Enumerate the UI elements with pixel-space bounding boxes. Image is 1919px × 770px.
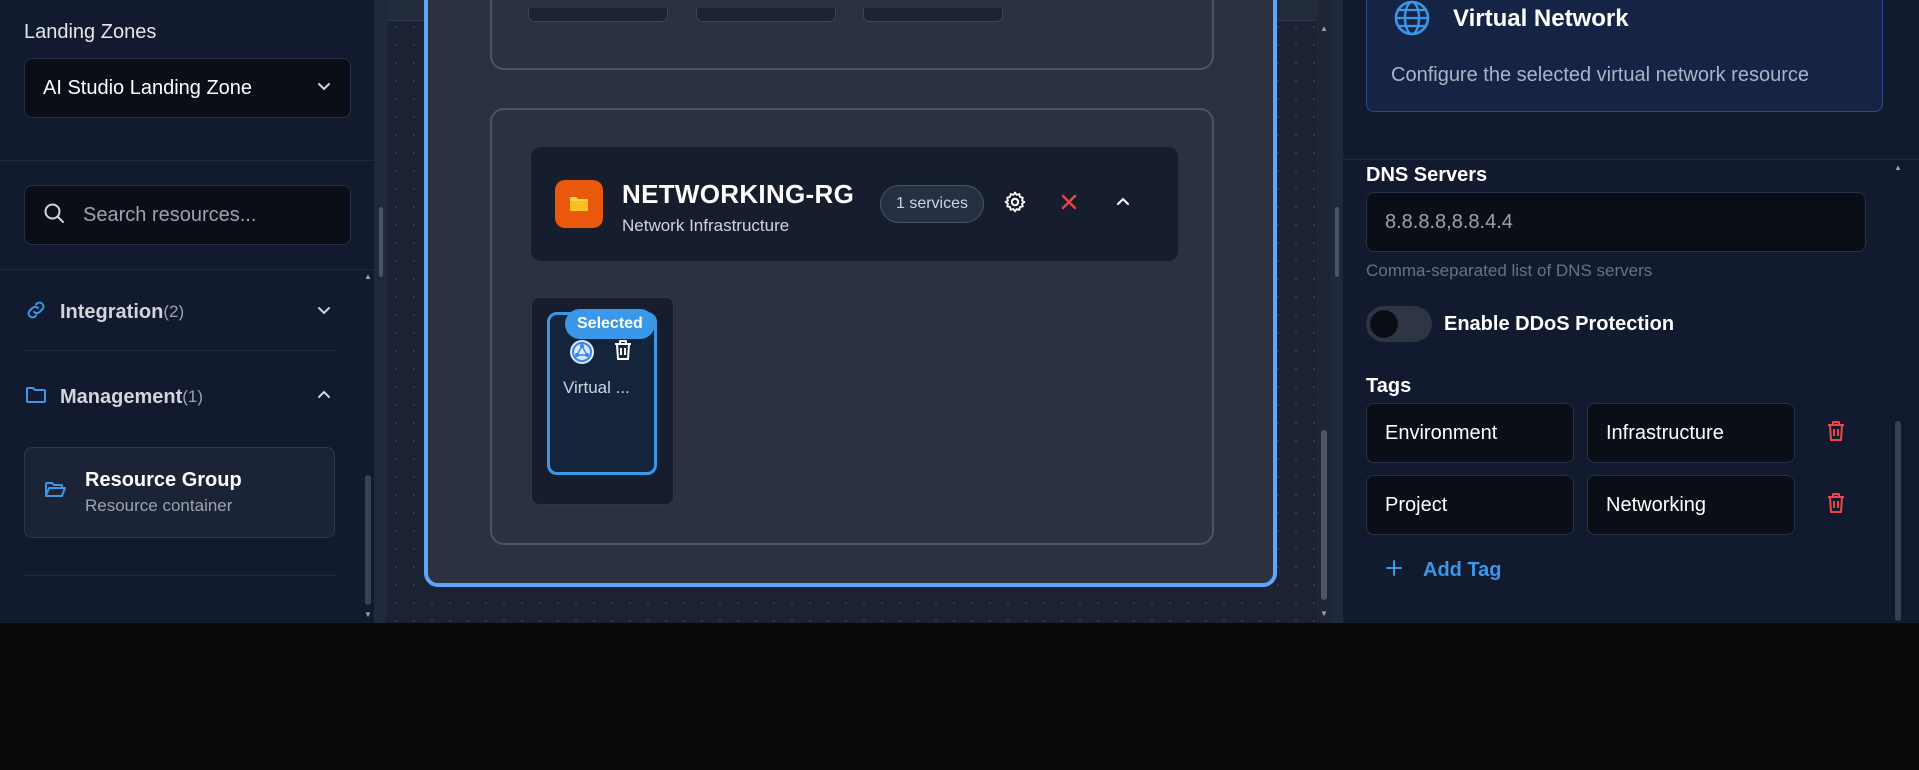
network-icon xyxy=(568,338,596,371)
resource-group-container[interactable]: NETWORKING-RG Network Infrastructure 1 s… xyxy=(490,108,1214,545)
scrollbar-thumb[interactable] xyxy=(1895,421,1901,621)
app-window: Landing Zones AI Studio Landing Zone Int… xyxy=(0,0,1919,623)
resize-grip[interactable] xyxy=(379,207,383,277)
resize-grip[interactable] xyxy=(1335,207,1339,277)
design-canvas[interactable]: NETWORKING-RG Network Infrastructure 1 s… xyxy=(387,0,1317,623)
landing-zones-label: Landing Zones xyxy=(24,21,157,43)
service-label: Virtual ... xyxy=(563,378,630,397)
chevron-down-icon xyxy=(316,302,332,323)
landing-zone-value: AI Studio Landing Zone xyxy=(43,76,253,99)
divider xyxy=(0,160,374,161)
scroll-down-icon[interactable]: ▼ xyxy=(363,610,373,619)
resource-group-container-previous[interactable] xyxy=(490,0,1214,70)
divider xyxy=(24,350,336,351)
trash-icon[interactable] xyxy=(612,338,634,367)
folder-icon xyxy=(555,180,603,228)
panel-scrollbar[interactable]: ▲ xyxy=(1892,163,1904,623)
section-title: Integration xyxy=(60,300,164,323)
scrollbar-thumb[interactable] xyxy=(365,475,371,605)
tag-key-input[interactable]: Environment xyxy=(1366,403,1574,463)
chevron-down-icon xyxy=(316,78,332,99)
resource-description: Configure the selected virtual network r… xyxy=(1391,64,1809,86)
collapse-button[interactable] xyxy=(1108,189,1138,219)
close-icon xyxy=(1060,193,1078,216)
service-stub xyxy=(863,8,1003,22)
dns-servers-input[interactable] xyxy=(1366,192,1866,252)
add-tag-label: Add Tag xyxy=(1423,559,1502,581)
section-title: Management xyxy=(60,385,183,408)
resource-group-name: NETWORKING-RG xyxy=(622,179,855,209)
services-count-badge: 1 services xyxy=(880,185,984,223)
section-count: (2) xyxy=(163,302,185,321)
dns-servers-label: DNS Servers xyxy=(1366,164,1488,186)
resource-header-card: Virtual Network Configure the selected v… xyxy=(1366,0,1883,112)
resource-item-resource-group[interactable]: Resource Group Resource container xyxy=(24,447,335,538)
plus-icon xyxy=(1385,559,1403,582)
divider xyxy=(24,575,336,576)
panel-resize-handle[interactable] xyxy=(1331,0,1343,623)
dns-servers-hint: Comma-separated list of DNS servers xyxy=(1366,261,1653,280)
scroll-down-icon[interactable]: ▼ xyxy=(1319,609,1329,618)
sidebar-scrollbar[interactable]: ▲ ▼ xyxy=(363,270,373,623)
tag-key-input[interactable]: Project xyxy=(1366,475,1574,535)
settings-button[interactable] xyxy=(1000,189,1030,219)
scroll-up-icon[interactable]: ▲ xyxy=(363,272,373,281)
section-count: (1) xyxy=(182,387,204,406)
service-stub xyxy=(528,8,668,22)
sidebar-resize-handle[interactable] xyxy=(375,0,387,623)
tag-value-input[interactable]: Networking xyxy=(1587,475,1795,535)
service-card-virtual-network[interactable]: Selected Virtual ... xyxy=(547,309,657,475)
resource-sidebar: Landing Zones AI Studio Landing Zone Int… xyxy=(0,0,375,623)
section-integration[interactable]: Integration (2) xyxy=(24,282,344,342)
trash-icon xyxy=(1825,419,1847,448)
scrollbar-thumb[interactable] xyxy=(1321,430,1327,600)
delete-tag-button[interactable] xyxy=(1821,418,1851,448)
divider xyxy=(1343,159,1919,160)
delete-tag-button[interactable] xyxy=(1821,490,1851,520)
tag-value-input[interactable]: Infrastructure xyxy=(1587,403,1795,463)
scroll-up-icon[interactable]: ▲ xyxy=(1319,24,1329,33)
resource-group-subtitle: Network Infrastructure xyxy=(622,216,790,235)
properties-panel: Virtual Network Configure the selected v… xyxy=(1343,0,1919,623)
toggle-knob xyxy=(1370,310,1398,338)
link-icon xyxy=(24,298,48,327)
selected-badge: Selected xyxy=(565,309,655,339)
landing-zone-select[interactable]: AI Studio Landing Zone xyxy=(24,58,351,118)
section-management[interactable]: Management (1) xyxy=(24,367,344,427)
delete-resource-group-button[interactable] xyxy=(1054,189,1084,219)
service-stub xyxy=(696,8,836,22)
ddos-protection-toggle[interactable] xyxy=(1366,306,1432,342)
search-box[interactable] xyxy=(24,185,351,245)
globe-icon xyxy=(1393,0,1431,42)
search-input[interactable] xyxy=(83,203,333,227)
resource-item-subtitle: Resource container xyxy=(85,496,233,515)
canvas-scrollbar[interactable]: ▲ ▼ xyxy=(1317,0,1331,623)
tags-label: Tags xyxy=(1366,375,1412,397)
search-icon xyxy=(43,202,65,229)
add-tag-button[interactable]: Add Tag xyxy=(1385,559,1502,582)
folder-open-icon xyxy=(43,478,67,507)
folder-icon xyxy=(24,383,48,412)
gear-icon xyxy=(1003,190,1027,219)
chevron-up-icon xyxy=(316,387,332,408)
chevron-up-icon xyxy=(1115,194,1131,215)
resource-item-title: Resource Group xyxy=(85,469,242,491)
resource-group-header: NETWORKING-RG Network Infrastructure 1 s… xyxy=(531,147,1178,261)
trash-icon xyxy=(1825,491,1847,520)
scroll-up-icon[interactable]: ▲ xyxy=(1893,163,1903,172)
services-tray: Selected Virtual ... xyxy=(531,297,674,505)
divider xyxy=(0,269,374,270)
ddos-protection-label: Enable DDoS Protection xyxy=(1444,313,1675,335)
resource-title: Virtual Network xyxy=(1453,5,1629,32)
